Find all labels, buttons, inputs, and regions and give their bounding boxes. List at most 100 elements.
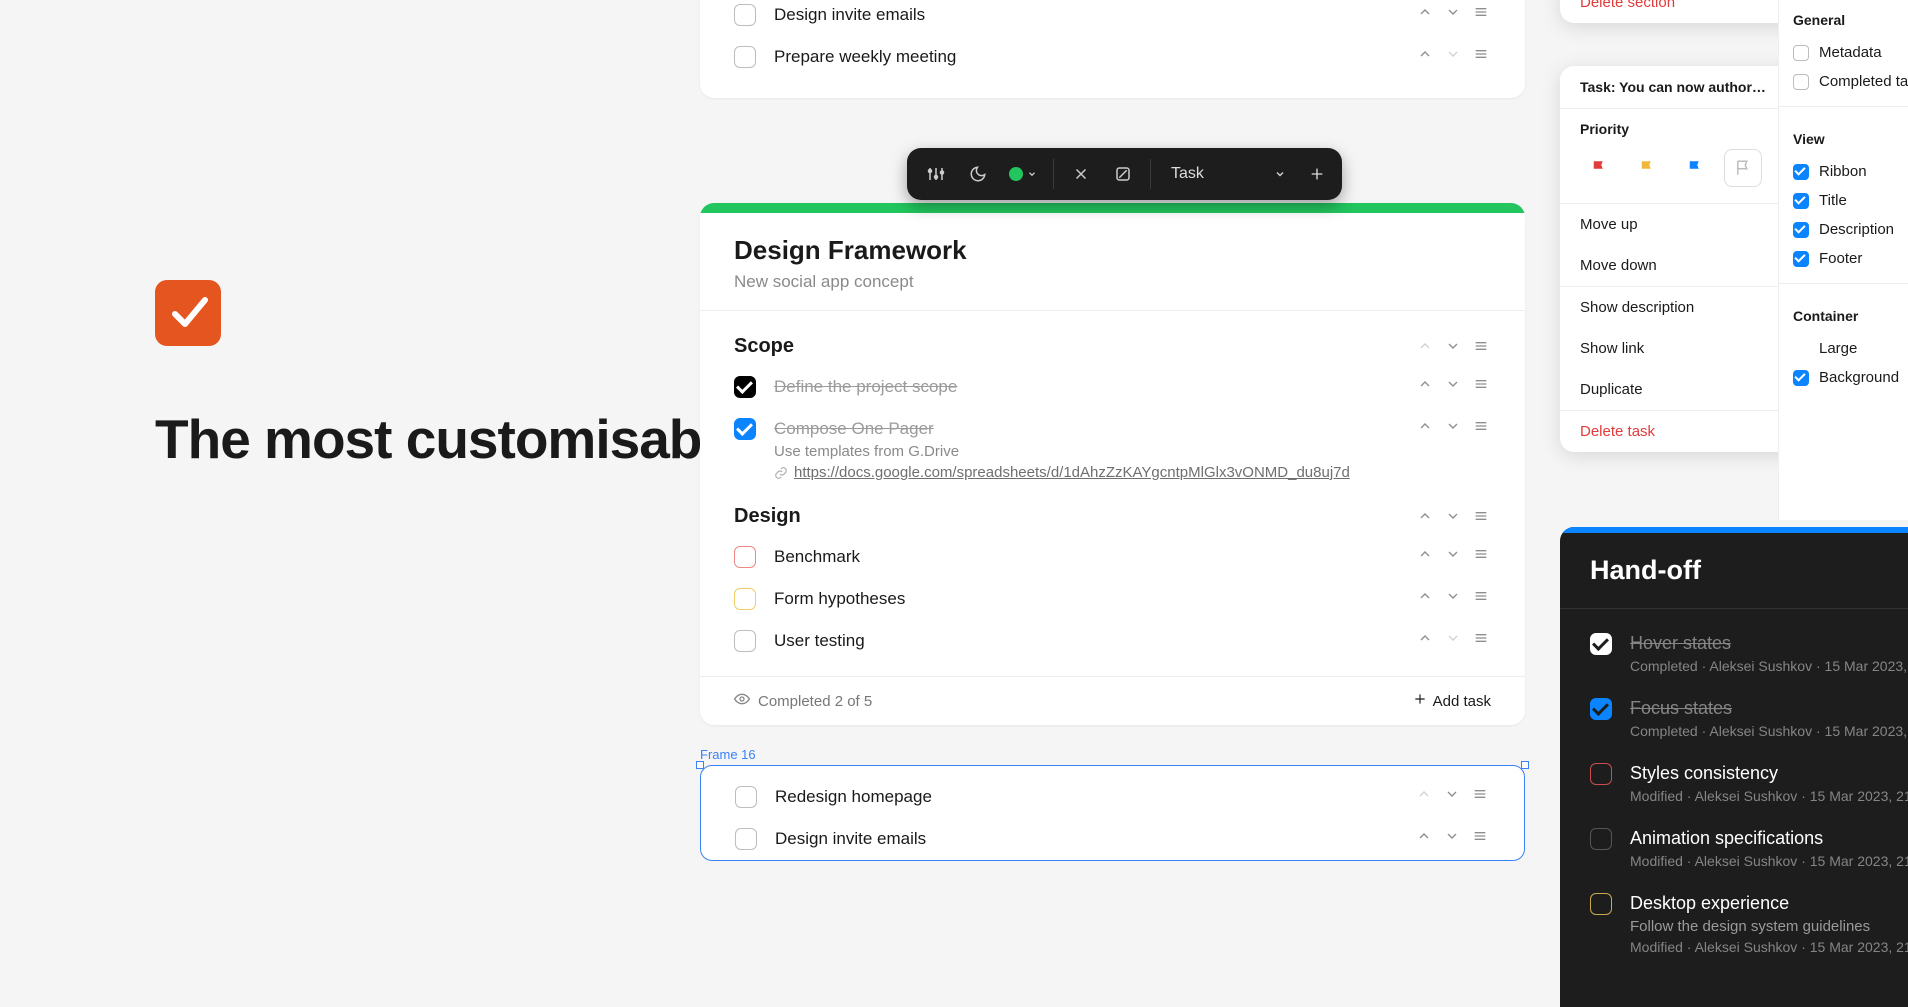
move-down-icon[interactable] <box>1445 546 1463 564</box>
priority-flag[interactable] <box>1724 149 1762 187</box>
menu-icon[interactable] <box>1473 4 1491 22</box>
settings-checkbox[interactable] <box>1793 45 1809 61</box>
task-checkbox[interactable] <box>734 4 756 26</box>
task-checkbox[interactable] <box>735 828 757 850</box>
move-down-icon[interactable] <box>1445 4 1463 22</box>
settings-checkbox[interactable] <box>1793 74 1809 90</box>
move-up-icon[interactable] <box>1417 4 1435 22</box>
settings-checkbox[interactable] <box>1793 193 1809 209</box>
settings-option[interactable]: Description <box>1793 215 1908 244</box>
move-down-icon[interactable] <box>1445 588 1463 606</box>
settings-checkbox[interactable] <box>1793 164 1809 180</box>
move-down-icon[interactable] <box>1445 338 1463 356</box>
delete-task-item[interactable]: Delete task <box>1560 411 1810 452</box>
moon-icon[interactable] <box>961 157 995 191</box>
move-up-icon[interactable] <box>1417 508 1435 526</box>
task-checkbox[interactable] <box>1590 763 1612 785</box>
move-down-icon[interactable] <box>1444 828 1462 846</box>
task-checkbox[interactable] <box>735 786 757 808</box>
move-down-icon[interactable] <box>1445 418 1463 436</box>
move-up-icon <box>1417 338 1435 356</box>
color-picker[interactable] <box>1003 157 1043 191</box>
task-link[interactable]: https://docs.google.com/spreadsheets/d/1… <box>774 464 1350 481</box>
delete-section-item[interactable]: Delete section <box>1560 0 1810 23</box>
menu-icon[interactable] <box>1473 546 1491 564</box>
task-checkbox[interactable] <box>1590 698 1612 720</box>
task-type-select[interactable]: Task <box>1157 165 1300 183</box>
menu-icon[interactable] <box>1472 828 1490 846</box>
settings-option[interactable]: Metadata <box>1793 38 1908 67</box>
priority-flag[interactable] <box>1580 149 1618 187</box>
task-menu-popover: Task: You can now author… Priority Move … <box>1560 66 1810 452</box>
settings-option[interactable]: Title <box>1793 186 1908 215</box>
task-checkbox[interactable] <box>734 376 756 398</box>
frame-selected[interactable]: Frame 16 Redesign homepage Design invite… <box>700 765 1525 861</box>
task-checkbox[interactable] <box>1590 893 1612 915</box>
move-up-icon[interactable] <box>1417 546 1435 564</box>
menu-icon[interactable] <box>1473 418 1491 436</box>
task-checkbox[interactable] <box>734 588 756 610</box>
task-checkbox[interactable] <box>734 546 756 568</box>
settings-option-label: Metadata <box>1819 44 1882 61</box>
move-down-icon[interactable] <box>1444 786 1462 804</box>
section-header: Design <box>734 491 1491 536</box>
settings-option[interactable]: Ribbon <box>1793 157 1908 186</box>
add-task-button[interactable]: Add task <box>1413 692 1491 710</box>
task-type-label: Task <box>1171 165 1204 183</box>
menu-icon[interactable] <box>1473 376 1491 394</box>
handoff-task-text: Desktop experience <box>1630 893 1908 914</box>
settings-checkbox[interactable] <box>1793 222 1809 238</box>
settings-option[interactable]: Background <box>1793 363 1908 392</box>
move-up-icon[interactable] <box>1417 376 1435 394</box>
completed-count: Completed 2 of 5 <box>758 693 872 710</box>
move-up-icon[interactable] <box>1417 630 1435 648</box>
menu-icon[interactable] <box>1473 508 1491 526</box>
settings-option[interactable]: Completed tasks <box>1793 67 1908 96</box>
task-row: Design invite emails <box>734 0 1491 36</box>
task-menu-item[interactable]: Duplicate <box>1560 369 1810 410</box>
priority-flag[interactable] <box>1628 149 1666 187</box>
settings-checkbox[interactable] <box>1793 370 1809 386</box>
menu-icon[interactable] <box>1473 46 1491 64</box>
task-menu-item[interactable]: Move up <box>1560 204 1810 245</box>
toolbar-add-button[interactable] <box>1300 166 1334 182</box>
task-menu-item[interactable]: Show description <box>1560 287 1810 328</box>
section-header: Scope <box>734 321 1491 366</box>
task-text: Compose One Pager <box>774 418 1350 439</box>
move-down-icon[interactable] <box>1445 376 1463 394</box>
green-dot-icon <box>1009 167 1023 181</box>
section-menu-popover: Delete section <box>1560 0 1810 23</box>
move-up-icon[interactable] <box>1417 588 1435 606</box>
task-text: Benchmark <box>774 546 860 567</box>
selection-handle[interactable] <box>1521 761 1529 769</box>
move-up-icon[interactable] <box>1416 828 1434 846</box>
task-text: Design invite emails <box>774 4 925 25</box>
task-checkbox[interactable] <box>1590 828 1612 850</box>
menu-icon[interactable] <box>1473 338 1491 356</box>
move-up-icon[interactable] <box>1417 418 1435 436</box>
handoff-task-row: Desktop experience Follow the design sys… <box>1590 881 1908 967</box>
slash-box-icon[interactable] <box>1106 157 1140 191</box>
add-task-label: Add task <box>1433 693 1491 710</box>
settings-option[interactable]: Footer <box>1793 244 1908 273</box>
task-menu-item[interactable]: Move down <box>1560 245 1810 286</box>
move-down-icon[interactable] <box>1445 508 1463 526</box>
menu-icon[interactable] <box>1472 786 1490 804</box>
sliders-icon[interactable] <box>919 157 953 191</box>
task-menu-item[interactable]: Show link <box>1560 328 1810 369</box>
settings-checkbox[interactable] <box>1793 251 1809 267</box>
task-text: User testing <box>774 630 865 651</box>
card-ribbon <box>700 203 1525 213</box>
task-checkbox[interactable] <box>734 46 756 68</box>
settings-option[interactable]: Large <box>1793 334 1908 363</box>
menu-icon[interactable] <box>1473 630 1491 648</box>
task-checkbox[interactable] <box>734 418 756 440</box>
task-checkbox[interactable] <box>1590 633 1612 655</box>
cross-tool-icon[interactable] <box>1064 157 1098 191</box>
task-text: Prepare weekly meeting <box>774 46 956 67</box>
task-checkbox[interactable] <box>734 630 756 652</box>
move-up-icon[interactable] <box>1417 46 1435 64</box>
priority-flag[interactable] <box>1676 149 1714 187</box>
task-row: Prepare weekly meeting <box>734 36 1491 78</box>
menu-icon[interactable] <box>1473 588 1491 606</box>
